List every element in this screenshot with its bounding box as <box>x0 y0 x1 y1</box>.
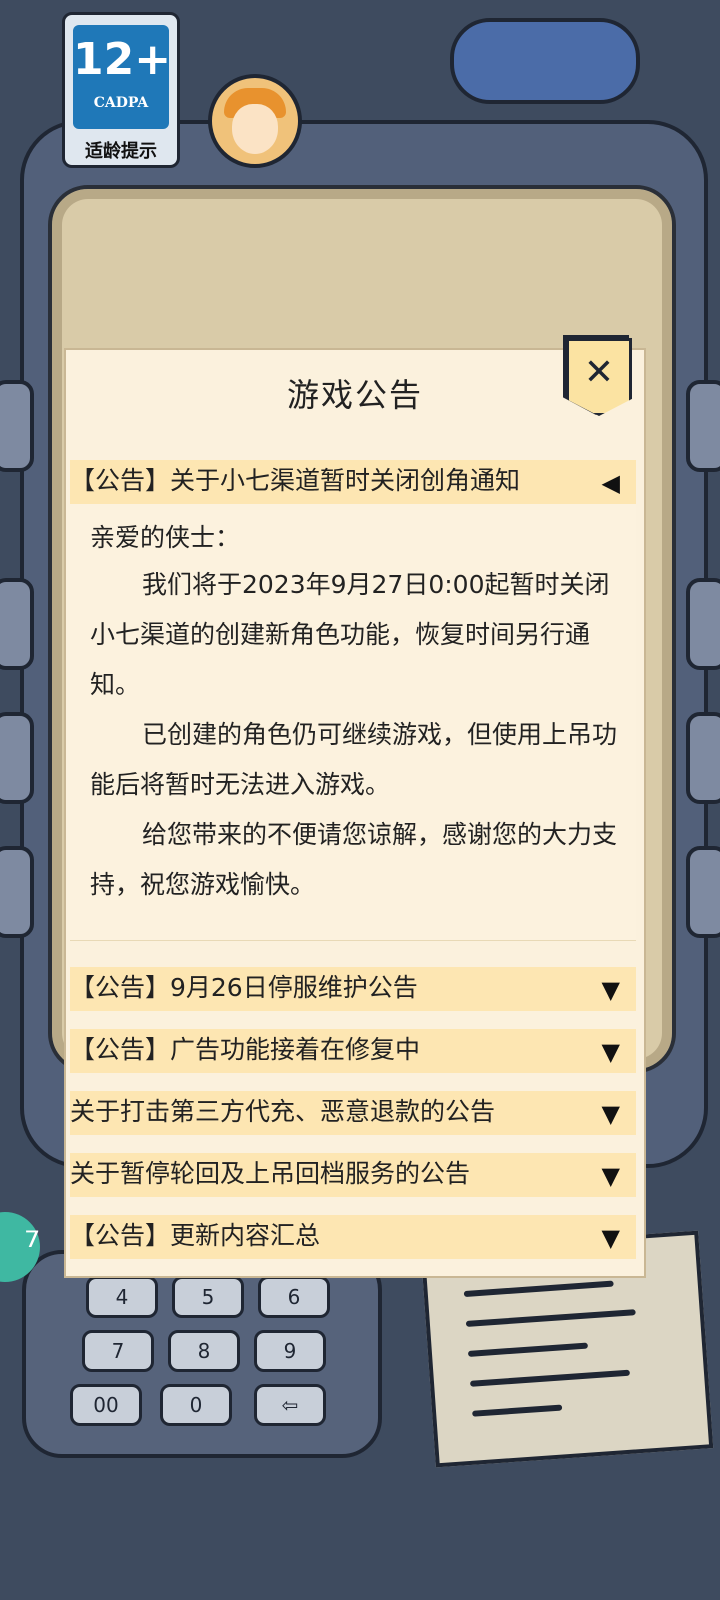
notice-header-5[interactable]: 【公告】更新内容汇总 ▼ <box>70 1215 636 1259</box>
key-00: 00 <box>70 1384 142 1426</box>
notice-header-0[interactable]: 【公告】关于小七渠道暂时关闭创角通知 ◀ <box>70 460 636 504</box>
notice-paragraph-1: 我们将于2023年9月27日0:00起暂时关闭小七渠道的创建新角色功能，恢复时间… <box>90 570 610 699</box>
rating-caption: 适龄提示 <box>85 141 157 162</box>
side-button-left-1 <box>0 380 34 472</box>
rating-org: CADPA <box>93 95 149 111</box>
notice-title: 【公告】更新内容汇总 <box>70 1221 321 1250</box>
key-0: 0 <box>160 1384 232 1426</box>
rating-age: 12+ <box>73 34 172 85</box>
announcement-dialog: 游戏公告 ✕ 【公告】关于小七渠道暂时关闭创角通知 ◀ 亲爱的侠士： 我们将于2… <box>64 335 646 1278</box>
notice-title: 关于暂停轮回及上吊回档服务的公告 <box>70 1159 471 1188</box>
key-8: 8 <box>168 1330 240 1372</box>
side-button-left-2 <box>0 578 34 670</box>
floating-assist-icon[interactable]: ⁷ <box>0 1212 40 1282</box>
rating-top: 12+ CADPA <box>73 25 172 129</box>
collapse-arrow-icon: ◀ <box>601 469 620 497</box>
expand-arrow-icon: ▼ <box>601 976 620 1004</box>
notice-paragraph-2: 已创建的角色仍可继续游戏，但使用上吊功能后将暂时无法进入游戏。 <box>90 720 618 799</box>
expand-arrow-icon: ▼ <box>601 1224 620 1252</box>
expand-arrow-icon: ▼ <box>601 1162 620 1190</box>
notice-header-4[interactable]: 关于暂停轮回及上吊回档服务的公告 ▼ <box>70 1153 636 1197</box>
player-avatar[interactable] <box>208 74 302 168</box>
close-x-icon: ✕ <box>583 352 615 393</box>
keypad: 4 5 6 7 8 9 00 0 ⇦ <box>22 1250 382 1458</box>
key-back: ⇦ <box>254 1384 326 1426</box>
key-5: 5 <box>172 1276 244 1318</box>
key-7: 7 <box>82 1330 154 1372</box>
notice-title: 【公告】关于小七渠道暂时关闭创角通知 <box>70 466 521 495</box>
notice-title: 【公告】9月26日停服维护公告 <box>70 973 418 1002</box>
notice-header-2[interactable]: 【公告】广告功能接着在修复中 ▼ <box>70 1029 636 1073</box>
notice-header-1[interactable]: 【公告】9月26日停服维护公告 ▼ <box>70 967 636 1011</box>
notice-title: 关于打击第三方代充、恶意退款的公告 <box>70 1097 496 1126</box>
key-4: 4 <box>86 1276 158 1318</box>
key-6: 6 <box>258 1276 330 1318</box>
dialog-title: 游戏公告 <box>286 376 423 414</box>
side-button-left-3 <box>0 712 34 804</box>
side-button-right-3 <box>686 712 720 804</box>
expand-arrow-icon: ▼ <box>601 1038 620 1066</box>
notice-list[interactable]: 【公告】关于小七渠道暂时关闭创角通知 ◀ 亲爱的侠士： 我们将于2023年9月2… <box>70 460 642 1260</box>
notice-greeting: 亲爱的侠士： <box>90 523 241 552</box>
notice-header-3[interactable]: 关于打击第三方代充、恶意退款的公告 ▼ <box>70 1091 636 1135</box>
notice-title: 【公告】广告功能接着在修复中 <box>70 1035 421 1064</box>
age-rating-badge[interactable]: 12+ CADPA 适龄提示 <box>62 12 180 168</box>
expand-arrow-icon: ▼ <box>601 1100 620 1128</box>
notice-body: 亲爱的侠士： 我们将于2023年9月27日0:00起暂时关闭小七渠道的创建新角色… <box>70 504 636 941</box>
side-button-right-2 <box>686 578 720 670</box>
machine-top-knob <box>450 18 640 104</box>
avatar-face <box>232 104 278 154</box>
side-button-left-4 <box>0 846 34 938</box>
side-button-right-4 <box>686 846 720 938</box>
notice-paragraph-3: 给您带来的不便请您谅解，感谢您的大力支持，祝您游戏愉快。 <box>90 820 618 899</box>
side-button-right-1 <box>686 380 720 472</box>
key-9: 9 <box>254 1330 326 1372</box>
